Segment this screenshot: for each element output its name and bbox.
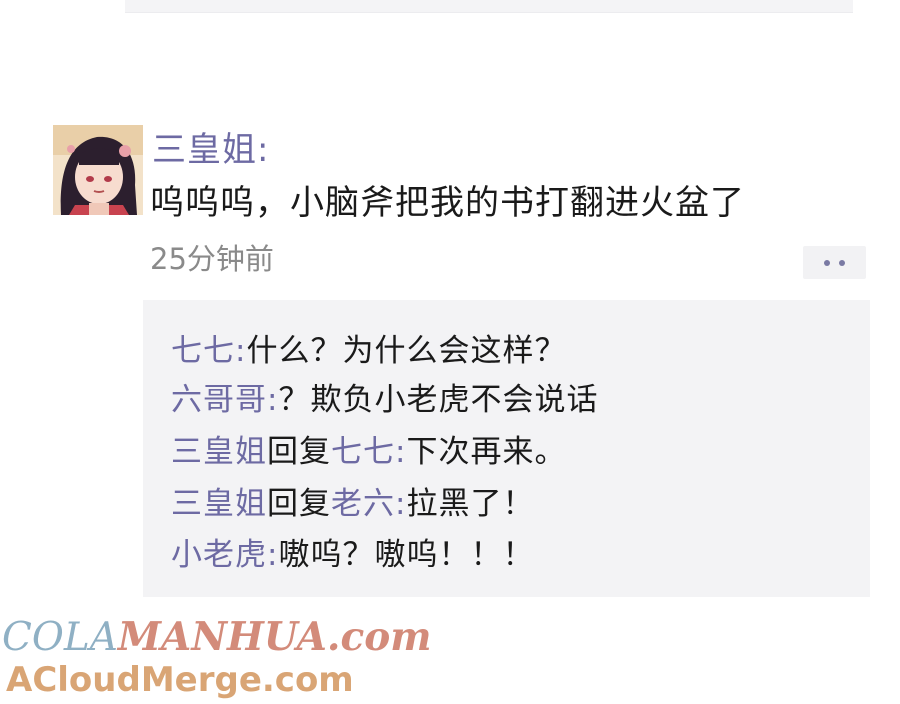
- comment-author[interactable]: 七七:: [171, 333, 246, 369]
- comment-list: 七七:什么？为什么会这样？ 六哥哥:？欺负小老虎不会说话 三皇姐回复七七:下次再…: [143, 300, 870, 597]
- more-button[interactable]: [803, 246, 866, 279]
- comment-text: 嗷呜？嗷呜！！！: [278, 537, 535, 573]
- comment-author[interactable]: 六哥哥:: [171, 382, 278, 418]
- comment-text: 下次再来。: [406, 434, 567, 470]
- comment-text: ？欺负小老虎不会说话: [278, 382, 599, 418]
- comment-text: 什么？为什么会这样？: [246, 333, 567, 369]
- previous-post-bottom: [125, 0, 853, 13]
- user-avatar[interactable]: [53, 125, 143, 215]
- watermark-line-2: ACloudMerge.com: [6, 660, 354, 700]
- post-timestamp: 25分钟前: [150, 242, 274, 276]
- more-dots-icon: [839, 259, 845, 266]
- post-username[interactable]: 三皇姐:: [152, 127, 269, 173]
- comment-item[interactable]: 七七:什么？为什么会这样？: [171, 329, 566, 373]
- post-text: 呜呜呜，小脑斧把我的书打翻进火盆了: [150, 183, 745, 223]
- comment-author[interactable]: 小老虎:: [171, 537, 278, 573]
- reply-label: 回复: [267, 486, 331, 522]
- comment-author[interactable]: 三皇姐: [171, 434, 267, 470]
- comment-text: 拉黑了！: [406, 486, 535, 522]
- watermark-cola: COLA: [2, 615, 118, 660]
- watermark-manhua: MANHUA.com: [117, 614, 432, 660]
- comment-item[interactable]: 小老虎:嗷呜？嗷呜！！！: [171, 533, 534, 577]
- reply-target[interactable]: 老六:: [331, 486, 406, 522]
- watermark-line-1: COLAMANHUA.com: [2, 614, 432, 661]
- reply-label: 回复: [267, 434, 331, 470]
- reply-target[interactable]: 七七:: [331, 434, 406, 470]
- comment-item[interactable]: 三皇姐回复老六:拉黑了！: [171, 482, 534, 526]
- anime-girl-avatar-icon: [53, 125, 143, 215]
- comment-author[interactable]: 三皇姐: [171, 486, 267, 522]
- comment-item[interactable]: 三皇姐回复七七:下次再来。: [171, 430, 566, 474]
- more-dots-icon: [824, 259, 830, 266]
- comment-item[interactable]: 六哥哥:？欺负小老虎不会说话: [171, 378, 598, 422]
- watermark: COLAMANHUA.com ACloudMerge.com: [2, 612, 702, 702]
